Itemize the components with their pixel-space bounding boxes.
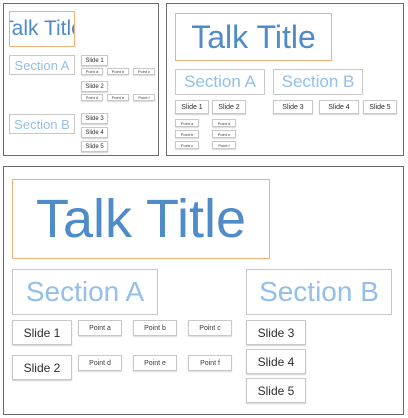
talk-title: Talk Title (12, 179, 270, 259)
point-f: Point f (133, 94, 155, 101)
slide-1: Slide 1 (175, 100, 209, 114)
slide-1: Slide 1 (81, 55, 108, 66)
slide-3: Slide 3 (273, 100, 313, 114)
slide-2: Slide 2 (81, 81, 108, 92)
talk-title: Talk Title (175, 13, 332, 61)
point-c: Point c (175, 141, 199, 149)
point-c: Point c (188, 320, 232, 336)
section-a: Section A (12, 269, 158, 315)
section-b: Section B (273, 69, 363, 95)
slide-1: Slide 1 (12, 320, 72, 345)
section-a: Section A (9, 55, 75, 75)
point-e: Point e (212, 130, 236, 138)
point-d: Point d (81, 94, 103, 101)
section-b: Section B (9, 114, 75, 134)
point-d: Point d (78, 355, 122, 371)
point-e: Point e (133, 355, 177, 371)
slide-5: Slide 5 (81, 141, 108, 152)
slide-4: Slide 4 (319, 100, 359, 114)
point-a: Point a (78, 320, 122, 336)
point-b: Point b (175, 130, 199, 138)
point-e: Point e (107, 94, 129, 101)
point-d: Point d (212, 119, 236, 127)
point-b: Point b (133, 320, 177, 336)
slide-4: Slide 4 (246, 349, 306, 374)
point-f: Point f (188, 355, 232, 371)
point-a: Point a (175, 119, 199, 127)
slide-5: Slide 5 (363, 100, 397, 114)
slide-5: Slide 5 (246, 378, 306, 403)
talk-title: Talk Title (9, 11, 75, 47)
point-b: Point b (107, 68, 129, 75)
slide-3: Slide 3 (246, 320, 306, 345)
point-a: Point a (81, 68, 103, 75)
point-f: Point f (212, 141, 236, 149)
layout-panel-1: Talk Title Section A Section B Slide 1 P… (3, 3, 159, 156)
layout-panel-2: Talk Title Section A Section B Slide 1 S… (166, 3, 404, 156)
slide-2: Slide 2 (12, 355, 72, 380)
section-a: Section A (175, 69, 265, 95)
point-c: Point c (133, 68, 155, 75)
slide-4: Slide 4 (81, 127, 108, 138)
section-b: Section B (246, 269, 392, 315)
slide-3: Slide 3 (81, 113, 108, 124)
slide-2: Slide 2 (212, 100, 246, 114)
layout-panel-3: Talk Title Section A Section B Slide 1 P… (3, 166, 404, 415)
